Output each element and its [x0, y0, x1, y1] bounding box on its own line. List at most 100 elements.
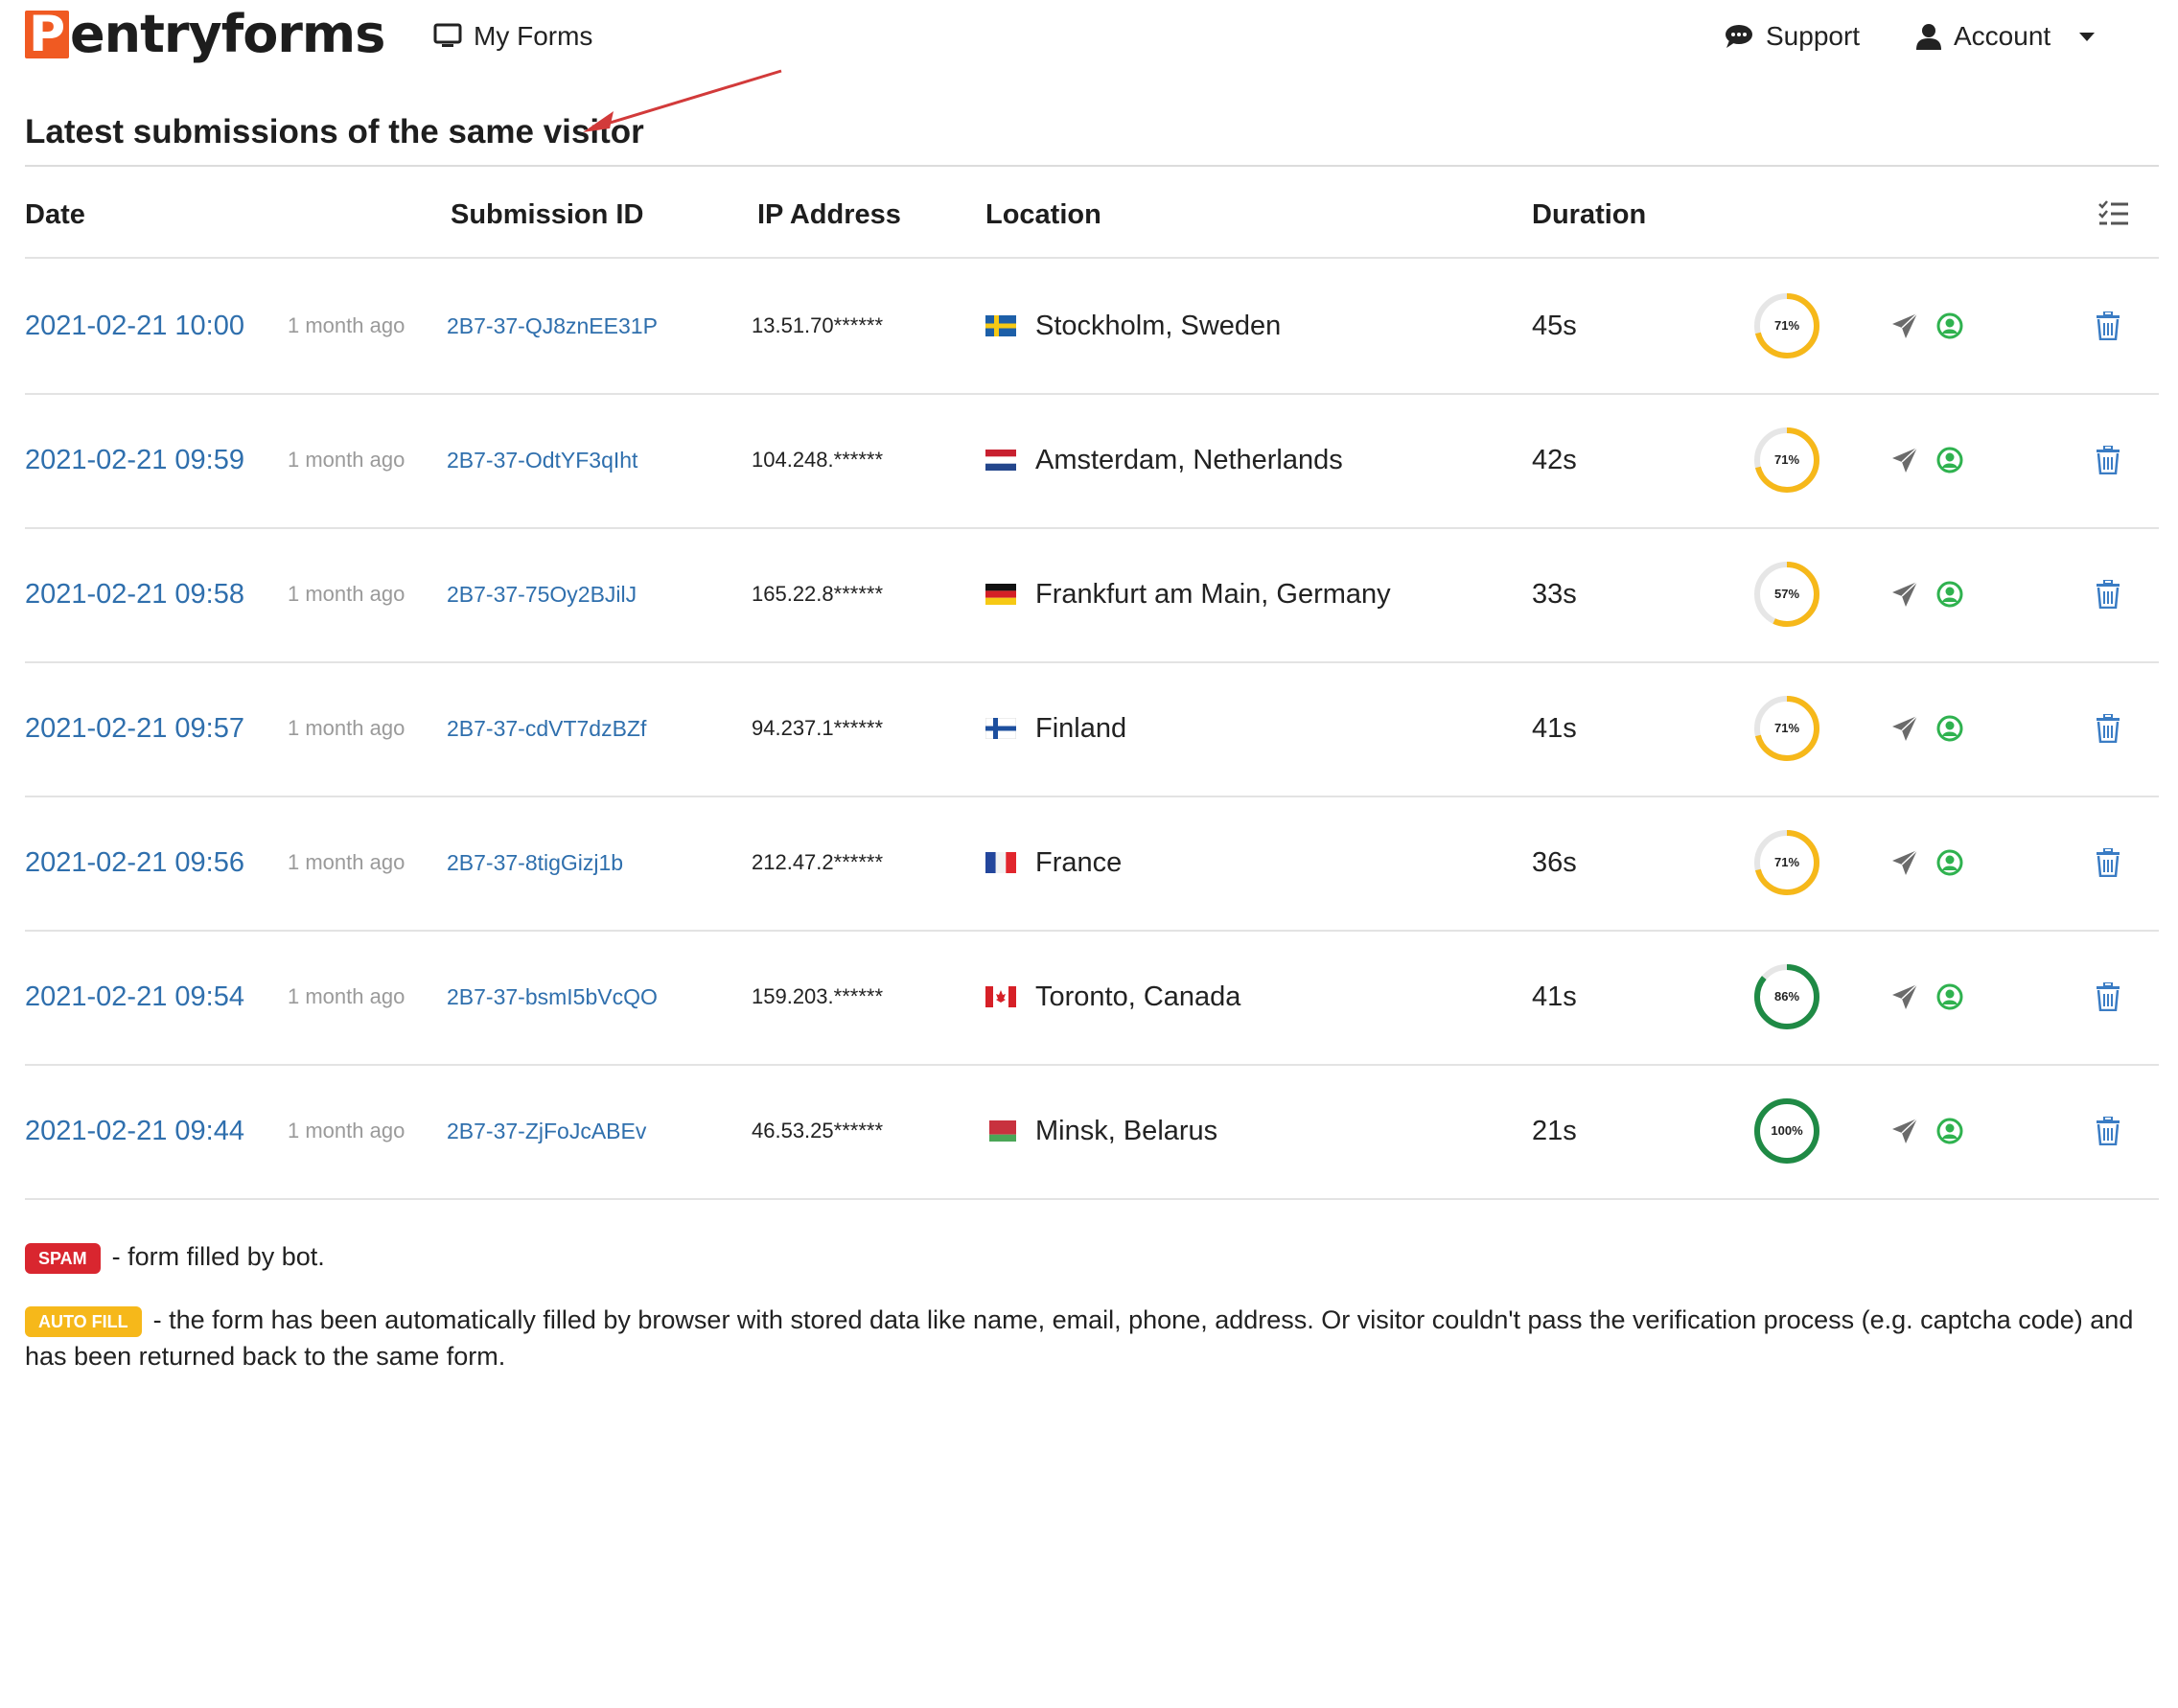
relative-time: 1 month ago — [288, 716, 405, 740]
send-button[interactable] — [1890, 527, 1919, 661]
duration: 45s — [1532, 310, 1577, 341]
send-button[interactable] — [1890, 1064, 1919, 1198]
location-text: Toronto, Canada — [1035, 981, 1241, 1012]
score-gauge: 57% — [1752, 527, 1821, 661]
ip-address: 13.51.70****** — [752, 313, 884, 337]
send-button[interactable] — [1890, 930, 1919, 1064]
score-label: 71% — [1774, 721, 1799, 735]
send-button[interactable] — [1890, 259, 1919, 393]
score-ring: 86% — [1754, 964, 1819, 1029]
trash-icon — [2097, 312, 2120, 340]
score-label: 71% — [1774, 452, 1799, 467]
location-text: France — [1035, 846, 1123, 878]
visitor-profile-button[interactable] — [1936, 930, 1963, 1064]
location-cell: Frankfurt am Main, Germany — [985, 527, 1391, 661]
netherlands-flag-icon — [985, 450, 1016, 471]
submission-id-link[interactable]: 2B7-37-ZjFoJcABEv — [447, 1064, 646, 1198]
paper-plane-icon — [1892, 581, 1918, 607]
legend-spam: SPAM - form filled by bot. — [25, 1238, 325, 1275]
monitor-icon — [433, 23, 462, 47]
visitor-profile-button[interactable] — [1936, 796, 1963, 930]
nav-my-forms[interactable]: My Forms — [433, 15, 592, 58]
visitor-profile-button[interactable] — [1936, 661, 1963, 796]
submission-date-link[interactable]: 2021-02-21 09:56 — [25, 796, 244, 930]
germany-flag-icon — [985, 584, 1016, 605]
duration: 36s — [1532, 846, 1577, 878]
paper-plane-icon — [1892, 447, 1918, 473]
score-gauge: 100% — [1752, 1064, 1821, 1198]
ip-address: 165.22.8****** — [752, 582, 884, 606]
column-header-location[interactable]: Location — [985, 173, 1101, 257]
pentryforms-logo[interactable]: P entryforms — [25, 6, 385, 63]
canada-flag-icon — [985, 986, 1016, 1007]
delete-button[interactable] — [2096, 796, 2120, 930]
submission-id-link[interactable]: 2B7-37-75Oy2BJilJ — [447, 527, 637, 661]
delete-button[interactable] — [2096, 527, 2120, 661]
paper-plane-icon — [1892, 1118, 1918, 1143]
ip-address: 212.47.2****** — [752, 850, 884, 874]
paper-plane-icon — [1892, 849, 1918, 875]
score-gauge: 71% — [1752, 661, 1821, 796]
table-row: 2021-02-21 09:57 1 month ago 2B7-37-cdVT… — [25, 661, 2159, 797]
delete-button[interactable] — [2096, 259, 2120, 393]
page-title: Latest submissions of the same visitor — [25, 113, 644, 150]
ip-address: 104.248.****** — [752, 448, 884, 472]
logo-initial: P — [25, 10, 69, 59]
delete-button[interactable] — [2096, 930, 2120, 1064]
submission-date-link[interactable]: 2021-02-21 09:59 — [25, 393, 244, 527]
paper-plane-icon — [1892, 312, 1918, 338]
table-row: 2021-02-21 09:58 1 month ago 2B7-37-75Oy… — [25, 527, 2159, 663]
relative-time: 1 month ago — [288, 313, 405, 337]
submission-date-link[interactable]: 2021-02-21 09:58 — [25, 527, 244, 661]
score-ring: 100% — [1754, 1098, 1819, 1164]
column-header-date[interactable]: Date — [25, 173, 85, 257]
submission-date-link[interactable]: 2021-02-21 10:00 — [25, 259, 244, 393]
visitor-profile-button[interactable] — [1936, 1064, 1963, 1198]
delete-button[interactable] — [2096, 393, 2120, 527]
spam-badge: SPAM — [25, 1242, 101, 1274]
location-text: Amsterdam, Netherlands — [1035, 444, 1343, 475]
submission-date-link[interactable]: 2021-02-21 09:54 — [25, 930, 244, 1064]
delete-button[interactable] — [2096, 1064, 2120, 1198]
send-button[interactable] — [1890, 393, 1919, 527]
duration: 21s — [1532, 1115, 1577, 1146]
visitor-profile-button[interactable] — [1936, 527, 1963, 661]
column-header-ip-address[interactable]: IP Address — [757, 173, 901, 257]
score-label: 100% — [1771, 1123, 1803, 1138]
annotation-arrow-icon — [583, 69, 782, 132]
submission-date-link[interactable]: 2021-02-21 09:57 — [25, 661, 244, 796]
nav-my-forms-label: My Forms — [474, 21, 593, 51]
score-gauge: 71% — [1752, 796, 1821, 930]
submission-id-link[interactable]: 2B7-37-8tigGizj1b — [447, 796, 623, 930]
chat-bubble-icon — [1726, 25, 1752, 48]
spam-description: - form filled by bot. — [111, 1242, 325, 1271]
table-row: 2021-02-21 09:59 1 month ago 2B7-37-OdtY… — [25, 393, 2159, 529]
delete-button[interactable] — [2096, 661, 2120, 796]
trash-icon — [2097, 982, 2120, 1011]
column-header-submission-id[interactable]: Submission ID — [451, 173, 643, 257]
send-button[interactable] — [1890, 661, 1919, 796]
column-header-duration[interactable]: Duration — [1532, 173, 1646, 257]
submission-id-link[interactable]: 2B7-37-cdVT7dzBZf — [447, 661, 646, 796]
finland-flag-icon — [985, 718, 1016, 739]
visitor-profile-button[interactable] — [1936, 393, 1963, 527]
table-row: 2021-02-21 09:56 1 month ago 2B7-37-8tig… — [25, 796, 2159, 932]
score-gauge: 71% — [1752, 393, 1821, 527]
user-circle-icon — [1936, 581, 1963, 608]
score-ring: 71% — [1754, 427, 1819, 493]
submission-id-link[interactable]: 2B7-37-OdtYF3qIht — [447, 393, 637, 527]
duration: 41s — [1532, 981, 1577, 1012]
nav-support[interactable]: Support — [1724, 15, 1860, 58]
trash-icon — [2097, 580, 2120, 609]
location-cell: France — [985, 796, 1122, 930]
column-settings-icon[interactable] — [2097, 197, 2130, 230]
ip-address: 94.237.1****** — [752, 716, 884, 740]
submission-id-link[interactable]: 2B7-37-QJ8znEE31P — [447, 259, 658, 393]
user-circle-icon — [1936, 849, 1963, 876]
submission-date-link[interactable]: 2021-02-21 09:44 — [25, 1064, 244, 1198]
trash-icon — [2097, 714, 2120, 743]
visitor-profile-button[interactable] — [1936, 259, 1963, 393]
send-button[interactable] — [1890, 796, 1919, 930]
nav-account-dropdown[interactable]: Account — [1915, 15, 2096, 58]
submission-id-link[interactable]: 2B7-37-bsmI5bVcQO — [447, 930, 658, 1064]
